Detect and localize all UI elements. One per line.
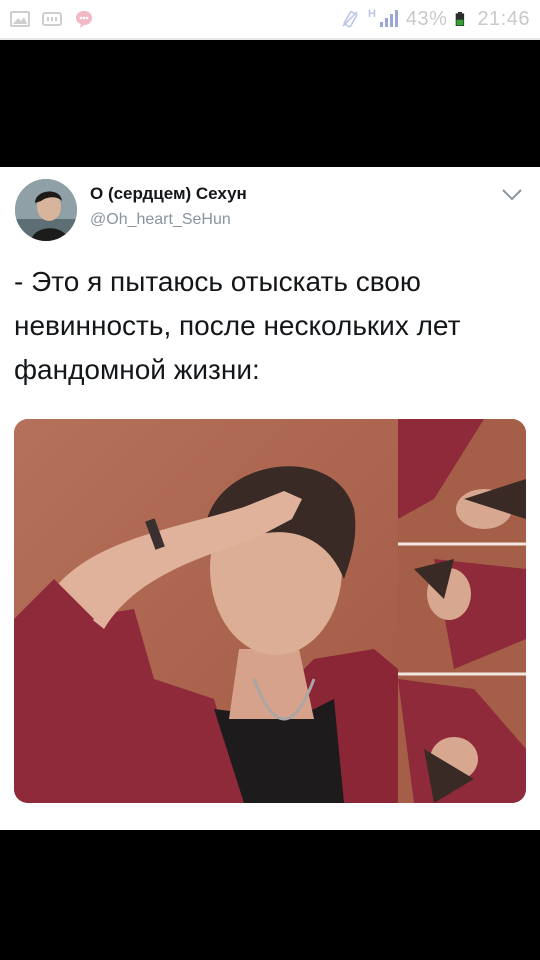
avatar[interactable]: [15, 179, 77, 241]
signal-icon: [379, 10, 398, 27]
tweet-photo[interactable]: [14, 419, 526, 803]
bottom-letterbox: [0, 830, 540, 960]
network-type-label: H: [367, 8, 376, 20]
user-handle[interactable]: @Oh_heart_SeHun: [90, 211, 231, 229]
chat-bubble-icon: [76, 11, 92, 28]
battery-percent: 43%: [405, 7, 448, 30]
status-left: [10, 9, 94, 29]
tweet-card[interactable]: О (сердцем) Сехун @Oh_heart_SeHun - Это …: [0, 167, 540, 830]
photo-collage: [14, 419, 526, 803]
keyboard-icon: [42, 12, 62, 26]
top-letterbox: [0, 40, 540, 167]
status-right: H 43% 21:46: [340, 8, 530, 31]
chevron-down-icon[interactable]: [500, 187, 524, 203]
battery-icon: [456, 12, 465, 26]
clock: 21:46: [477, 7, 530, 30]
avatar-image: [15, 179, 77, 241]
status-bar: H 43% 21:46: [0, 0, 540, 38]
image-icon: [10, 11, 30, 27]
display-name[interactable]: О (сердцем) Сехун: [90, 184, 247, 204]
tweet-text: - Это я пытаюсь отыскать свою невинность…: [14, 266, 461, 385]
vibrate-icon: [342, 11, 358, 28]
